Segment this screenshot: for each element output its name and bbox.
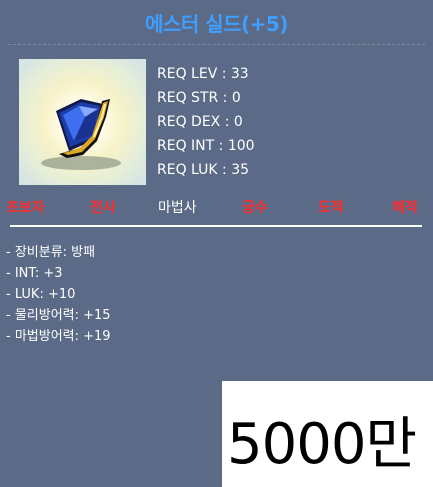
item-icon-frame	[19, 59, 146, 185]
prop-category: - 장비분류: 방패	[6, 245, 96, 260]
job-restrictions: 초보자 전사 마법사 궁수 도적 해적	[0, 197, 433, 219]
prop-luk: - LUK: +10	[6, 287, 76, 302]
job-beginner: 초보자	[6, 200, 45, 216]
divider	[10, 225, 422, 227]
req-int: REQ INT : 100	[157, 138, 255, 154]
req-luk: REQ LUK : 35	[157, 162, 250, 178]
job-archer: 궁수	[242, 200, 268, 216]
job-thief: 도적	[318, 200, 344, 216]
price-box: 5000만	[222, 381, 433, 487]
price-label: 5000만	[227, 412, 417, 477]
job-magician: 마법사	[158, 200, 197, 216]
shield-icon	[41, 99, 121, 170]
req-dex: REQ DEX : 0	[157, 114, 243, 130]
divider	[8, 44, 425, 46]
prop-magic-defense: - 마법방어력: +19	[6, 329, 111, 344]
item-properties: - 장비분류: 방패 - INT: +3 - LUK: +10 - 물리방어력:…	[6, 242, 111, 347]
job-warrior: 전사	[90, 200, 116, 216]
job-pirate: 해적	[392, 200, 418, 216]
req-level: REQ LEV : 33	[157, 66, 249, 82]
req-str: REQ STR : 0	[157, 90, 241, 106]
item-name: 에스터 실드(+5)	[145, 12, 288, 36]
prop-int: - INT: +3	[6, 266, 63, 281]
prop-physical-defense: - 물리방어력: +15	[6, 308, 111, 323]
requirements-list: REQ LEV : 33 REQ STR : 0 REQ DEX : 0 REQ…	[157, 62, 255, 182]
